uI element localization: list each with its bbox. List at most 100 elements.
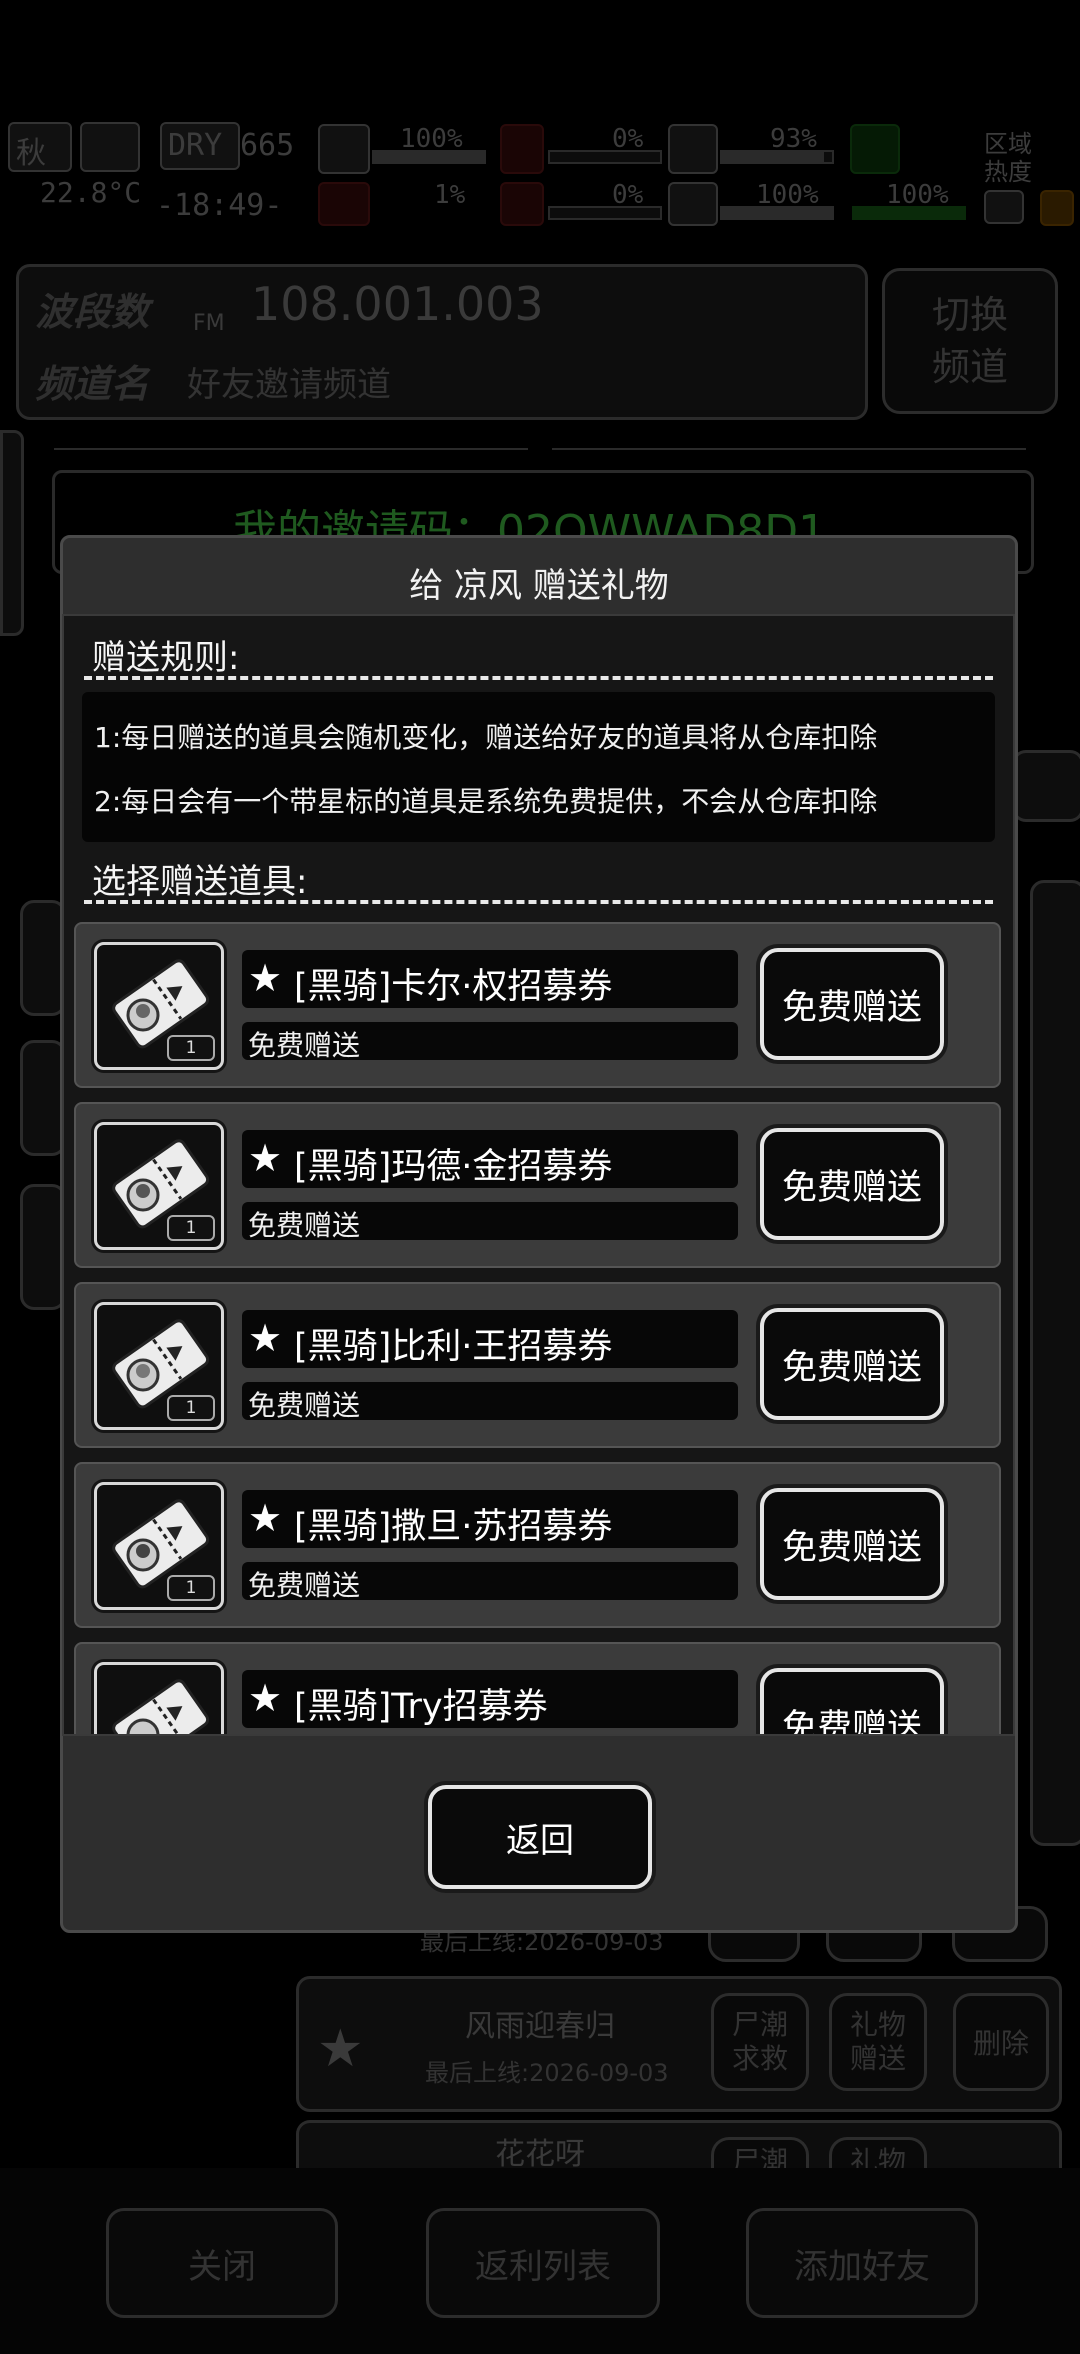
gift-item-card: 1 ★ [黑骑]比利·王招募券 免费赠送 免费赠送 xyxy=(74,1282,1001,1448)
star-icon: ★ xyxy=(248,1496,283,1540)
pill-icon xyxy=(668,124,718,174)
item-subtitle-box: 免费赠送 xyxy=(242,1202,738,1242)
weather-sun-icon xyxy=(80,122,140,172)
recruit-ticket-icon: 1 xyxy=(94,1122,224,1250)
rules-divider xyxy=(84,676,993,680)
gift-item-card: 1 ★ [黑骑]玛德·金招募券 免费赠送 免费赠送 xyxy=(74,1102,1001,1268)
ticket-image xyxy=(112,1679,210,1734)
item-name-box: ★ [黑骑]撒旦·苏招募券 xyxy=(242,1490,738,1548)
friend-name: 风雨迎春归 xyxy=(465,2009,615,2044)
rescue-button-label: 尸潮求救 xyxy=(731,2008,788,2075)
stat4-readout: 0% xyxy=(612,180,644,210)
stat1-readout: 100% xyxy=(400,124,463,154)
delete-button[interactable]: 删除 xyxy=(953,1993,1049,2091)
item-name: [黑骑]卡尔·权招募券 xyxy=(294,967,613,1007)
blood-drop-icon xyxy=(500,182,544,226)
select-divider xyxy=(84,900,993,904)
star-icon: ★ xyxy=(248,1676,283,1720)
item-name-box: ★ [黑骑]Try招募券 xyxy=(242,1670,738,1728)
friend-last-online: 最后上线:2026-09-03 xyxy=(425,2059,669,2087)
item-quantity: 1 xyxy=(167,1395,215,1421)
dry-label: DRY xyxy=(168,128,223,163)
medkit-icon xyxy=(318,124,370,174)
item-subtitle-box: 免费赠送 xyxy=(242,1022,738,1062)
stomach-icon xyxy=(500,124,544,174)
item-name-box: ★ [黑骑]玛德·金招募券 xyxy=(242,1130,738,1188)
season-label: 秋 xyxy=(16,136,46,171)
radio-panel: 波段数 FM 108.001.003 频道名 好友邀请频道 xyxy=(16,264,868,420)
switch-channel-button[interactable]: 切换频道 xyxy=(882,268,1058,414)
rebate-list-button[interactable]: 返利列表 xyxy=(426,2208,660,2318)
speaker-icon[interactable] xyxy=(984,190,1024,224)
item-subtitle: 免费赠送 xyxy=(248,1569,361,1602)
star-icon: ★ xyxy=(248,956,283,1000)
add-friend-button[interactable]: 添加好友 xyxy=(746,2208,978,2318)
item-subtitle-box: 免费赠送 xyxy=(242,1562,738,1602)
gift-button[interactable]: 礼物赠送 xyxy=(829,1993,927,2091)
boot-icon xyxy=(850,124,900,174)
heat-indicator xyxy=(1040,190,1074,226)
free-gift-button[interactable]: 免费赠送 xyxy=(760,1128,944,1240)
star-icon: ★ xyxy=(248,1316,283,1360)
free-gift-button[interactable]: 免费赠送 xyxy=(760,1308,944,1420)
friend-row: ★ 风雨迎春归 最后上线:2026-09-03 尸潮求救 礼物赠送 删除 xyxy=(296,1976,1062,2112)
zone-heat-label: 区域热度 xyxy=(984,130,1032,186)
rule-1: 1:每日赠送的道具会随机变化，赠送给好友的道具将从仓库扣除 xyxy=(94,721,878,754)
item-name-box: ★ [黑骑]比利·王招募券 xyxy=(242,1310,738,1368)
item-quantity: 1 xyxy=(167,1575,215,1601)
gift-item-card: 1 ★ [黑骑]撒旦·苏招募券 免费赠送 免费赠送 xyxy=(74,1462,1001,1628)
free-gift-label: 免费赠送 xyxy=(781,1347,922,1388)
stamina-icon xyxy=(318,182,370,226)
item-subtitle: 免费赠送 xyxy=(248,1209,361,1242)
rules-title: 赠送规则: xyxy=(92,638,240,678)
signal-line-left xyxy=(54,448,528,450)
rescue-button[interactable]: 尸潮求救 xyxy=(711,1993,809,2091)
add-friend-label: 添加好友 xyxy=(794,2246,930,2287)
free-gift-button[interactable]: 免费赠送 xyxy=(760,1488,944,1600)
rule-2: 2:每日会有一个带星标的道具是系统免费提供，不会从仓库扣除 xyxy=(94,785,878,818)
signal-line-right xyxy=(552,448,1026,450)
free-gift-label: 免费赠送 xyxy=(781,1527,922,1568)
season-badge: 秋 xyxy=(8,122,72,172)
rebate-list-label: 返利列表 xyxy=(475,2246,611,2287)
gift-item-card: 1 ★ [黑骑]Try招募券 免费赠送 xyxy=(74,1642,1001,1736)
day-counter: 665 xyxy=(240,128,295,163)
fm-label: FM xyxy=(193,311,225,336)
channel-label: 频道名 xyxy=(35,362,150,406)
band-label: 波段数 xyxy=(35,290,150,334)
item-name: [黑骑]Try招募券 xyxy=(294,1687,548,1727)
switch-channel-label: 切换频道 xyxy=(931,293,1008,389)
left-edge-panel xyxy=(0,430,24,636)
free-gift-label: 免费赠送 xyxy=(781,1167,922,1208)
back-button[interactable]: 返回 xyxy=(428,1785,652,1889)
right-edge-item xyxy=(1012,750,1080,822)
item-name-box: ★ [黑骑]卡尔·权招募券 xyxy=(242,950,738,1008)
recruit-ticket-icon: 1 xyxy=(94,1482,224,1610)
friend-star-icon: ★ xyxy=(317,2019,364,2079)
item-quantity: 1 xyxy=(167,1215,215,1241)
free-gift-button[interactable]: 免费赠送 xyxy=(760,1668,944,1736)
friend-name-2: 花花呀 xyxy=(495,2137,585,2172)
close-button-label: 关闭 xyxy=(188,2246,256,2287)
dry-badge: DRY xyxy=(160,122,240,170)
stat5-readout: 93% xyxy=(770,124,817,154)
dialog-title: 给 凉风 赠送礼物 xyxy=(409,566,669,606)
recruit-ticket-icon: 1 xyxy=(94,1662,224,1734)
thirst-bar xyxy=(548,206,662,220)
item-subtitle: 免费赠送 xyxy=(248,1029,361,1062)
back-button-label: 返回 xyxy=(506,1820,574,1861)
item-subtitle: 免费赠送 xyxy=(248,1389,361,1422)
close-button[interactable]: 关闭 xyxy=(106,2208,338,2318)
free-gift-button[interactable]: 免费赠送 xyxy=(760,948,944,1060)
gift-item-card: 1 ★ [黑骑]卡尔·权招募券 免费赠送 免费赠送 xyxy=(74,922,1001,1088)
stat7-readout: 100% xyxy=(886,180,949,210)
recruit-ticket-icon: 1 xyxy=(94,1302,224,1430)
gift-item-list[interactable]: 1 ★ [黑骑]卡尔·权招募券 免费赠送 免费赠送 1 ★ [黑骑]玛德·金招募… xyxy=(64,922,1013,1736)
gift-button-label: 礼物赠送 xyxy=(849,2008,906,2075)
item-name: [黑骑]比利·王招募券 xyxy=(294,1327,613,1367)
item-subtitle-box: 免费赠送 xyxy=(242,1382,738,1422)
recruit-ticket-icon: 1 xyxy=(94,942,224,1070)
select-items-title: 选择赠送道具: xyxy=(92,862,308,902)
free-gift-label: 免费赠送 xyxy=(781,1707,922,1736)
frequency-readout: 108.001.003 xyxy=(251,277,544,331)
